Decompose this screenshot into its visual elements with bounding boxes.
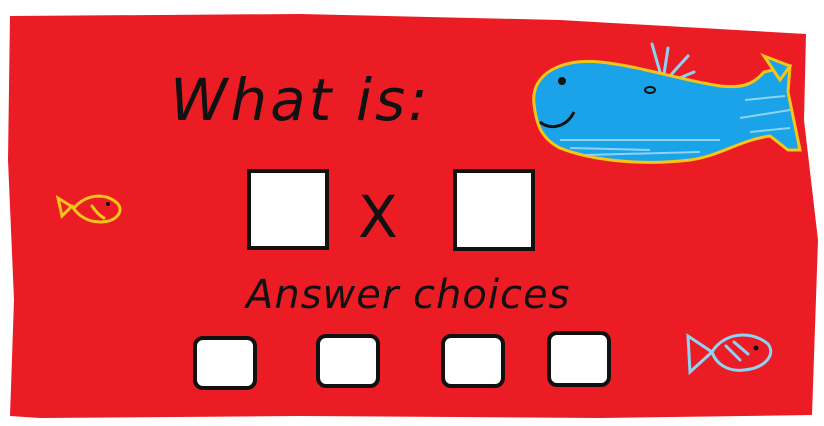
answer-choice-1[interactable] — [193, 336, 257, 390]
game-card: What is: X Answer choices — [8, 14, 818, 418]
operator-symbol: X — [358, 183, 398, 251]
answer-choices-label: Answer choices — [243, 272, 570, 318]
question-title: What is: — [170, 66, 431, 134]
answer-choice-2[interactable] — [316, 334, 380, 388]
operand-box-left[interactable] — [247, 169, 329, 250]
answer-choice-4[interactable] — [547, 331, 611, 387]
answer-choice-3[interactable] — [441, 334, 505, 388]
operand-box-right[interactable] — [453, 169, 535, 251]
